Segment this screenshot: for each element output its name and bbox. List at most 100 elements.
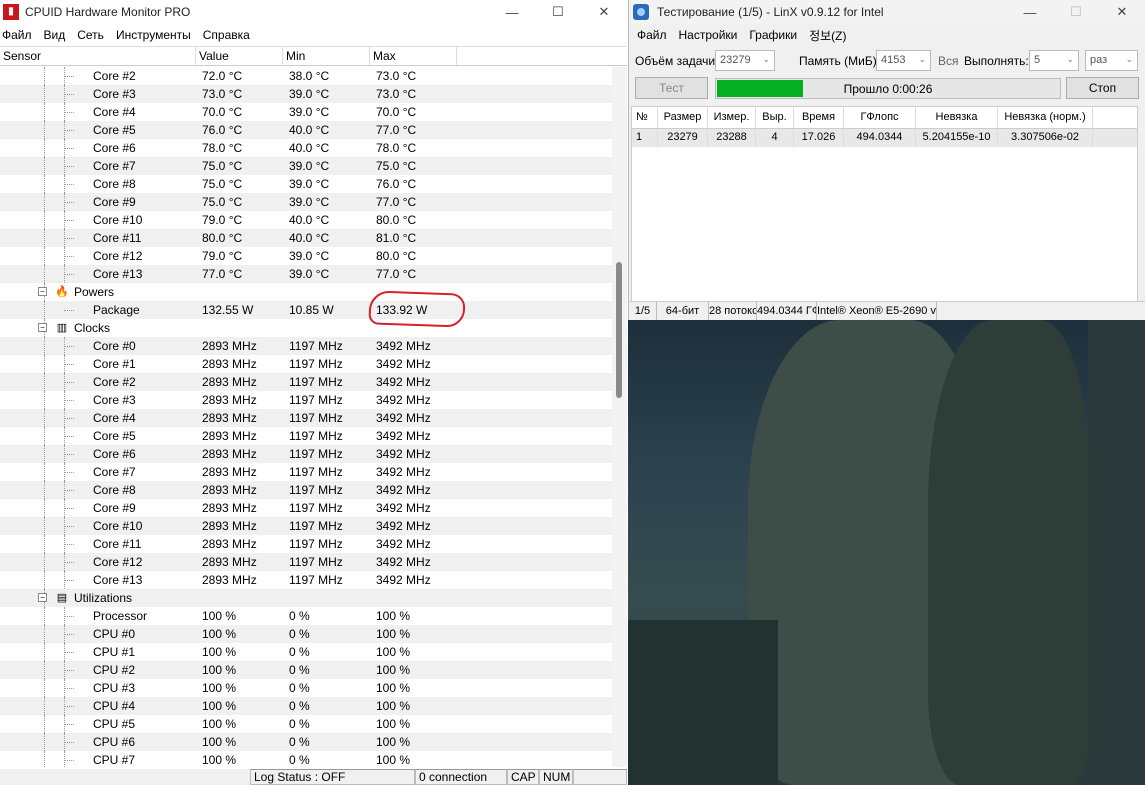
results-row[interactable]: 1 23279 23288 4 17.026 494.0344 5.204155e-10 3.… <box>632 129 1137 147</box>
linx-menu-settings[interactable]: Настройки <box>677 28 744 42</box>
linx-status-cell: 28 потоков <box>709 302 757 320</box>
sensor-row[interactable]: Processor 100 % 0 % 100 % <box>0 607 612 625</box>
sensor-row[interactable]: Core #4 70.0 °C 39.0 °C 70.0 °C <box>0 103 612 121</box>
menu-view[interactable]: Вид <box>42 28 72 42</box>
scrollbar-thumb[interactable] <box>616 262 622 398</box>
sensor-row[interactable]: Core #12 79.0 °C 39.0 °C 80.0 °C <box>0 247 612 265</box>
tree-branch <box>64 580 74 581</box>
sensor-row[interactable]: Core #6 2893 MHz 1197 MHz 3492 MHz <box>0 445 612 463</box>
sensor-max: 100 % <box>376 663 411 677</box>
stop-button[interactable]: Стоп <box>1066 77 1139 99</box>
sensor-min: 1197 MHz <box>289 519 343 533</box>
package-power-row[interactable]: Package 132.55 W 10.85 W 133.92 W <box>0 301 612 319</box>
sensor-row[interactable]: Core #12 2893 MHz 1197 MHz 3492 MHz <box>0 553 612 571</box>
menu-network[interactable]: Сеть <box>75 28 110 42</box>
sensor-row[interactable]: Core #8 75.0 °C 39.0 °C 76.0 °C <box>0 175 612 193</box>
sensor-row[interactable]: CPU #7 100 % 0 % 100 % <box>0 751 612 767</box>
col-min[interactable]: Min <box>283 47 370 65</box>
sensor-row[interactable]: Core #10 2893 MHz 1197 MHz 3492 MHz <box>0 517 612 535</box>
sensor-row[interactable]: Core #9 2893 MHz 1197 MHz 3492 MHz <box>0 499 612 517</box>
sensor-row[interactable]: CPU #4 100 % 0 % 100 % <box>0 697 612 715</box>
sensor-row[interactable]: Core #3 2893 MHz 1197 MHz 3492 MHz <box>0 391 612 409</box>
sensor-name-cell: Core #6 <box>0 445 196 463</box>
vertical-scrollbar[interactable] <box>612 67 627 767</box>
results-col-header[interactable]: Невязка <box>916 107 998 128</box>
sensor-row[interactable]: CPU #0 100 % 0 % 100 % <box>0 625 612 643</box>
sensor-max: 100 % <box>376 735 411 749</box>
sensor-row[interactable]: Core #7 75.0 °C 39.0 °C 75.0 °C <box>0 157 612 175</box>
group-clocks[interactable]: − ▥ Clocks <box>0 319 612 337</box>
linx-titlebar[interactable]: Тестирование (1/5) - LinX v0.9.12 for In… <box>629 0 1145 24</box>
sensor-row[interactable]: Core #11 2893 MHz 1197 MHz 3492 MHz <box>0 535 612 553</box>
minimize-icon[interactable]: — <box>489 0 535 24</box>
linx-menu-graphs[interactable]: Графики <box>747 28 803 42</box>
sensor-row[interactable]: CPU #2 100 % 0 % 100 % <box>0 661 612 679</box>
sensor-row[interactable]: Core #11 80.0 °C 40.0 °C 81.0 °C <box>0 229 612 247</box>
sensor-row[interactable]: Core #13 77.0 °C 39.0 °C 77.0 °C <box>0 265 612 283</box>
col-max[interactable]: Max <box>370 47 457 65</box>
results-col-header[interactable]: Измер. <box>708 107 756 128</box>
test-button[interactable]: Тест <box>635 77 708 99</box>
menu-file[interactable]: Файл <box>0 28 38 42</box>
run-unit-combo[interactable]: раз ⌄ <box>1085 50 1138 71</box>
sensor-name: CPU #4 <box>93 699 136 713</box>
menu-tools[interactable]: Инструменты <box>114 28 197 42</box>
task-size-combo[interactable]: 23279 ⌄ <box>715 50 775 71</box>
close-icon[interactable]: ✕ <box>1099 0 1145 24</box>
collapse-icon[interactable]: − <box>38 593 47 602</box>
sensor-row[interactable]: Core #1 2893 MHz 1197 MHz 3492 MHz <box>0 355 612 373</box>
sensor-row[interactable]: Core #3 73.0 °C 39.0 °C 73.0 °C <box>0 85 612 103</box>
sensor-tree[interactable]: Core #2 72.0 °C 38.0 °C 73.0 °C Core #3 73.0 … <box>0 67 612 767</box>
results-col-header[interactable]: № <box>632 107 658 128</box>
sensor-row[interactable]: CPU #3 100 % 0 % 100 % <box>0 679 612 697</box>
sensor-row[interactable]: CPU #6 100 % 0 % 100 % <box>0 733 612 751</box>
linx-menu-info[interactable]: 정보(Z) <box>807 27 852 44</box>
memory-combo[interactable]: 4153 ⌄ <box>876 50 931 71</box>
run-label: Выполнять: <box>964 54 1029 68</box>
collapse-icon[interactable]: − <box>38 323 47 332</box>
sensor-row[interactable]: Core #10 79.0 °C 40.0 °C 80.0 °C <box>0 211 612 229</box>
maximize-icon[interactable]: ☐ <box>535 0 581 24</box>
sensor-min: 1197 MHz <box>289 573 343 587</box>
sensor-row[interactable]: Core #7 2893 MHz 1197 MHz 3492 MHz <box>0 463 612 481</box>
sensor-row[interactable]: Core #13 2893 MHz 1197 MHz 3492 MHz <box>0 571 612 589</box>
minimize-icon[interactable]: — <box>1007 0 1053 24</box>
results-col-header[interactable]: ГФлопс <box>844 107 916 128</box>
sensor-row[interactable]: Core #8 2893 MHz 1197 MHz 3492 MHz <box>0 481 612 499</box>
sensor-name: CPU #7 <box>93 753 136 767</box>
tree-branch <box>64 256 74 257</box>
sensor-row[interactable]: Core #4 2893 MHz 1197 MHz 3492 MHz <box>0 409 612 427</box>
results-col-header[interactable]: Размер <box>658 107 708 128</box>
linx-menu-file[interactable]: Файл <box>635 28 673 42</box>
tree-branch <box>64 652 74 653</box>
col-value[interactable]: Value <box>196 47 283 65</box>
sensor-name: CPU #5 <box>93 717 136 731</box>
group-utilizations[interactable]: − ▤ Utilizations <box>0 589 612 607</box>
tree-branch <box>64 166 74 167</box>
results-col-header[interactable]: Выр. <box>756 107 794 128</box>
collapse-icon[interactable]: − <box>38 287 47 296</box>
col-sensor[interactable]: Sensor <box>0 47 196 65</box>
results-cell: 23288 <box>708 129 756 147</box>
close-icon[interactable]: ✕ <box>581 0 627 24</box>
sensor-row[interactable]: Core #5 76.0 °C 40.0 °C 77.0 °C <box>0 121 612 139</box>
sensor-row[interactable]: Core #9 75.0 °C 39.0 °C 77.0 °C <box>0 193 612 211</box>
tree-branch <box>64 346 74 347</box>
sensor-name-cell: Core #9 <box>0 193 196 211</box>
sensor-row[interactable]: Core #5 2893 MHz 1197 MHz 3492 MHz <box>0 427 612 445</box>
sensor-row[interactable]: Core #0 2893 MHz 1197 MHz 3492 MHz <box>0 337 612 355</box>
sensor-name: Core #9 <box>93 195 136 209</box>
sensor-row[interactable]: Core #6 78.0 °C 40.0 °C 78.0 °C <box>0 139 612 157</box>
hwm-titlebar[interactable]: ▮ CPUID Hardware Monitor PRO — ☐ ✕ <box>0 0 627 24</box>
menu-help[interactable]: Справка <box>201 28 256 42</box>
sensor-row[interactable]: CPU #5 100 % 0 % 100 % <box>0 715 612 733</box>
group-powers[interactable]: − 🔥 Powers <box>0 283 612 301</box>
sensor-row[interactable]: Core #2 72.0 °C 38.0 °C 73.0 °C <box>0 67 612 85</box>
results-col-header[interactable]: Время <box>794 107 844 128</box>
results-col-header[interactable]: Невязка (норм.) <box>998 107 1093 128</box>
sensor-row[interactable]: CPU #1 100 % 0 % 100 % <box>0 643 612 661</box>
run-count-combo[interactable]: 5 ⌄ <box>1029 50 1079 71</box>
sensor-name: Core #4 <box>93 105 136 119</box>
sensor-row[interactable]: Core #2 2893 MHz 1197 MHz 3492 MHz <box>0 373 612 391</box>
all-memory-label[interactable]: Вся <box>938 54 959 68</box>
